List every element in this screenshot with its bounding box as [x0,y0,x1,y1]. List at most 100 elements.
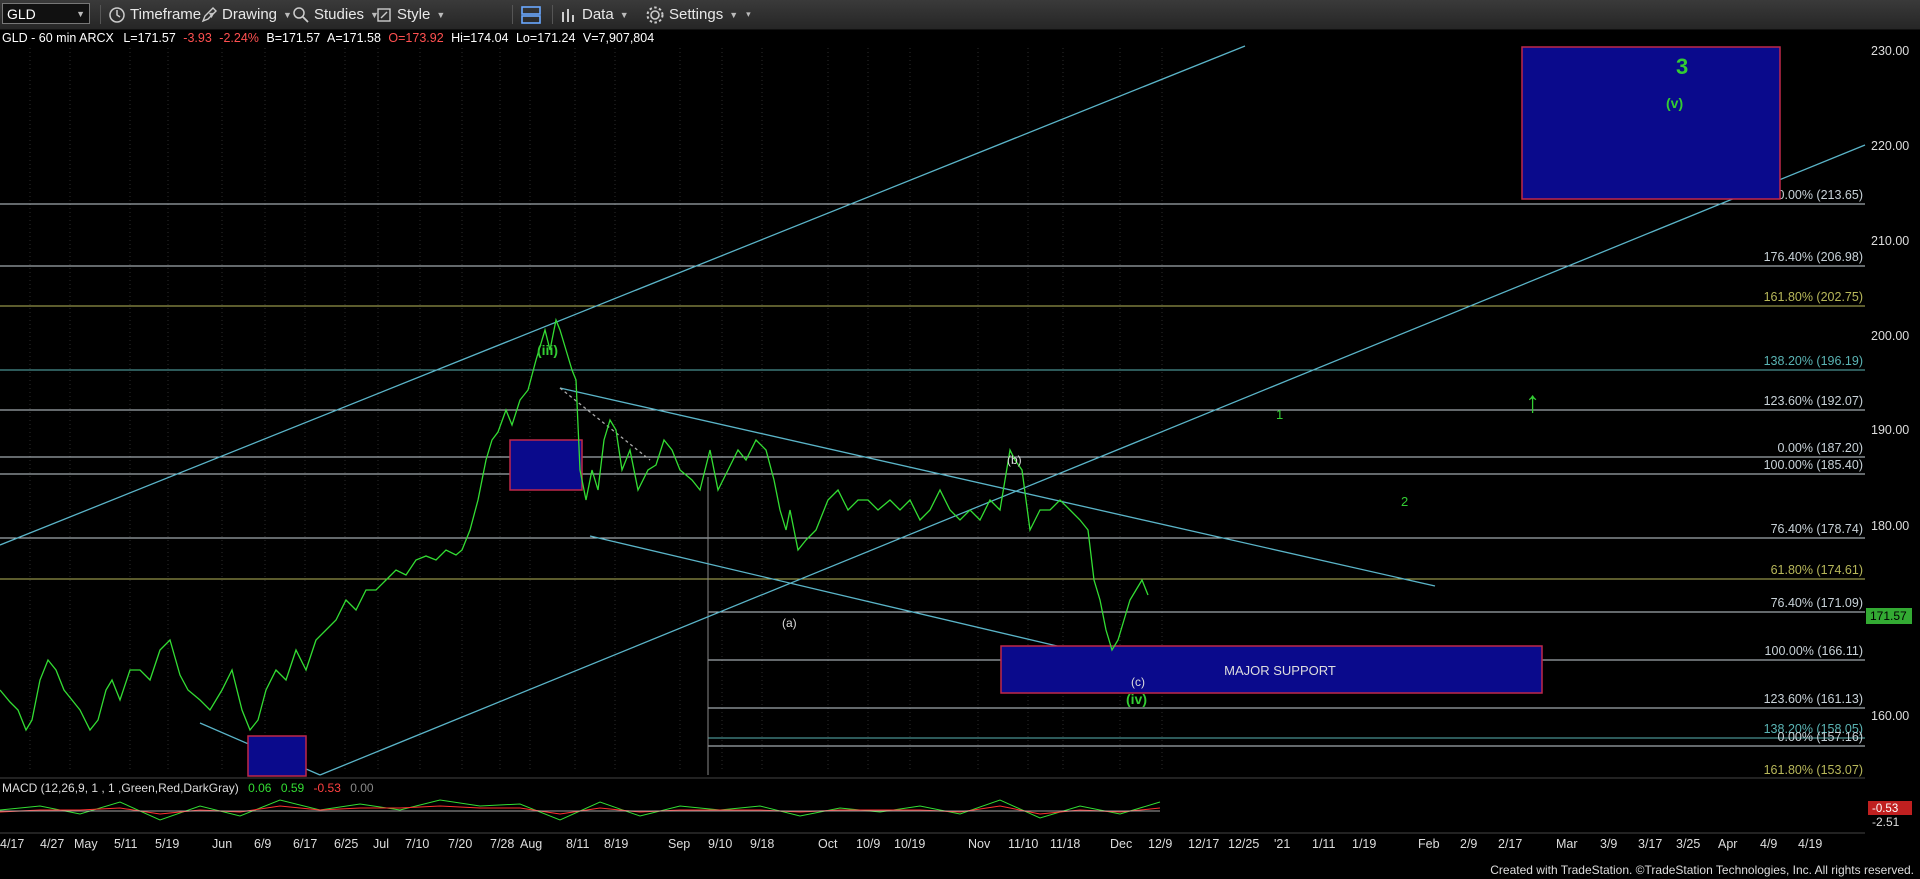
svg-text:1/19: 1/19 [1352,837,1376,851]
macd-line [0,799,1161,821]
fib-label: 100.00% (185.40) [1764,458,1863,472]
studies-label: Studies [314,6,365,23]
data-label: Data [582,6,614,23]
svg-text:230.00: 230.00 [1871,44,1909,58]
style-label: Style [397,6,431,23]
svg-text:7/28: 7/28 [490,837,514,851]
svg-text:10/9: 10/9 [856,837,880,851]
current-price-label: 171.57 [1870,609,1907,623]
svg-text:2/17: 2/17 [1498,837,1522,851]
wave-c-label: (c) [1131,675,1145,689]
svg-text:5/19: 5/19 [155,837,179,851]
svg-text:12/9: 12/9 [1148,837,1172,851]
studies-menu[interactable]: Studies ▼ [292,4,379,25]
fib-lines [0,203,1865,775]
svg-text:6/9: 6/9 [254,837,271,851]
target-box[interactable] [1521,46,1781,200]
vertical-grid [29,48,1163,770]
svg-text:180.00: 180.00 [1871,519,1909,533]
magnifier-icon [293,6,309,23]
svg-text:Sep: Sep [668,837,690,851]
wave-iv-label: (iv) [1126,691,1147,707]
drawing-menu[interactable]: Drawing ▼ [200,4,292,25]
gear-icon [646,6,664,23]
svg-text:3/9: 3/9 [1600,837,1617,851]
svg-text:7/20: 7/20 [448,837,472,851]
svg-text:Oct: Oct [818,837,838,851]
fib-label: 61.80% (174.61) [1771,563,1863,577]
svg-text:4/9: 4/9 [1760,837,1777,851]
svg-text:7/10: 7/10 [405,837,429,851]
macd-value-label: -0.53 [1872,803,1898,815]
svg-text:Apr: Apr [1718,837,1737,851]
svg-text:Jul: Jul [373,837,389,851]
svg-text:190.00: 190.00 [1871,423,1909,437]
macd-axis-label: -2.51 [1872,815,1900,829]
svg-text:3/25: 3/25 [1676,837,1700,851]
svg-text:5/11: 5/11 [114,837,137,851]
svg-text:2/9: 2/9 [1460,837,1477,851]
wave-iii-box[interactable] [509,439,583,491]
svg-text:160.00: 160.00 [1871,709,1909,723]
svg-text:4/17: 4/17 [0,837,24,851]
timeframe-label: Timeframe [130,6,202,23]
chevron-down-icon: ▼ [283,9,292,20]
fib-label: 100.00% (166.11) [1765,644,1863,658]
svg-text:12/17: 12/17 [1188,837,1219,851]
fib-label: 123.60% (161.13) [1764,692,1863,706]
chevron-down-icon[interactable]: ▼ [76,9,85,19]
fib-label: 138.20% (196.19) [1764,354,1863,368]
wave-v-target-label: (v) [1666,95,1683,111]
overflow-icon[interactable]: ▾ [746,9,751,20]
style-menu[interactable]: Style ▼ [375,4,445,25]
data-menu[interactable]: Data ▼ [560,4,629,25]
chevron-down-icon: ▼ [436,9,446,20]
macd-signal-line [0,805,1161,815]
svg-text:220.00: 220.00 [1871,139,1909,153]
svg-text:210.00: 210.00 [1871,234,1909,248]
wave-1-label: 1 [1276,407,1283,422]
settings-menu[interactable]: Settings ▼ ▾ [645,4,751,25]
symbol-value: GLD [7,5,36,22]
symbol-input[interactable]: GLD ▼ [2,3,90,24]
wave-3-label: 3 [1676,54,1688,79]
fib-label: 0.00% (187.20) [1778,441,1863,455]
svg-text:Mar: Mar [1556,837,1578,851]
toolbar-divider [512,5,513,24]
svg-text:4/19: 4/19 [1798,837,1822,851]
fib-label: 161.80% (153.07) [1764,763,1863,777]
svg-text:6/17: 6/17 [293,837,317,851]
svg-text:8/11: 8/11 [566,837,589,851]
fib-label: 123.60% (192.07) [1764,394,1863,408]
major-support-label: MAJOR SUPPORT [1224,663,1336,678]
svg-text:12/25: 12/25 [1228,837,1259,851]
fib-label: 76.40% (171.09) [1771,596,1863,610]
toolbar: GLD ▼ Timeframe ▼ Drawing ▼ Studies ▼ St… [0,0,1920,30]
svg-text:1/11: 1/11 [1312,837,1335,851]
svg-text:Aug: Aug [520,837,542,851]
wave-b-label: (b) [1007,453,1022,467]
svg-text:3/17: 3/17 [1638,837,1662,851]
toolbar-divider [100,5,101,24]
drawing-label: Drawing [222,6,278,23]
window-layout-icon [521,5,541,24]
fib-label: 176.40% (206.98) [1764,250,1863,264]
price-chart[interactable]: GLD - 60 min ARCX L=171.57 -3.93 -2.24% … [0,30,1920,879]
svg-text:Nov: Nov [968,837,991,851]
svg-text:8/19: 8/19 [604,837,628,851]
toolbar-divider [552,5,553,24]
clock-icon [109,6,125,23]
pencil-icon [201,6,217,22]
svg-text:6/25: 6/25 [334,837,358,851]
fib-labels: 200.00% (213.65) 176.40% (206.98) 161.80… [1764,188,1863,777]
svg-text:Feb: Feb [1418,837,1440,851]
svg-text:Jun: Jun [212,837,232,851]
svg-text:9/18: 9/18 [750,837,774,851]
settings-label: Settings [669,6,724,23]
macd-label: MACD (12,26,9, 1 , 1 ,Green,Red,DarkGray… [2,781,374,795]
fib-label: 161.80% (202.75) [1764,290,1863,304]
layout-button[interactable] [520,4,542,25]
style-icon [377,7,391,22]
wave-ii-box[interactable] [247,735,307,777]
svg-text:9/10: 9/10 [708,837,732,851]
